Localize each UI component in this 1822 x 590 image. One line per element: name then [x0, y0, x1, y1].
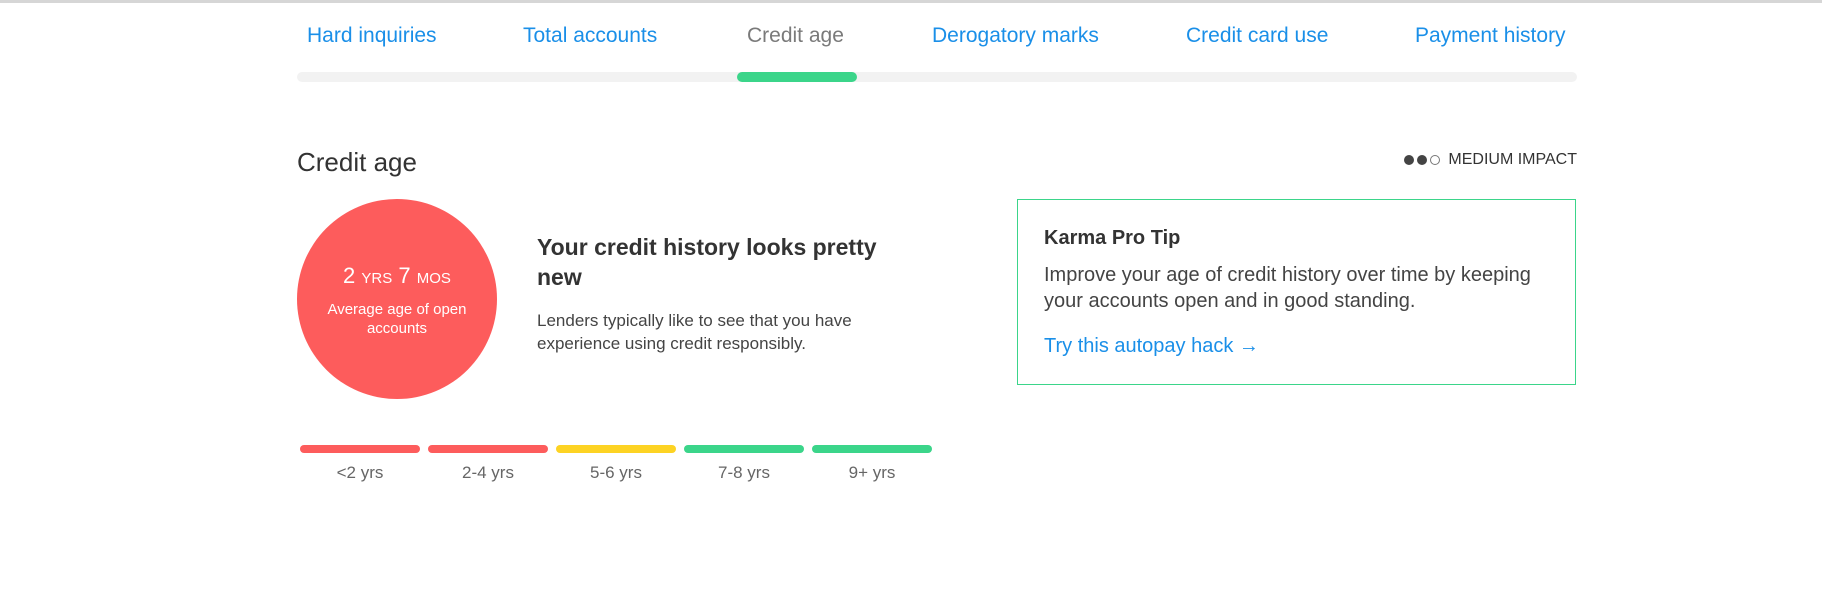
scale-segment: 5-6 yrs: [556, 445, 676, 483]
impact-dot-filled-icon: [1404, 155, 1415, 165]
status-heading: Your credit history looks pretty new: [537, 234, 877, 290]
top-border: [0, 0, 1822, 3]
active-tab-indicator: [737, 72, 857, 82]
tab-track: [297, 72, 1577, 82]
scale-bar: [684, 445, 804, 453]
scale-label: 5-6 yrs: [590, 463, 642, 482]
impact-dots: [1404, 155, 1441, 165]
status-description: Lenders typically like to see that you h…: [537, 311, 852, 353]
pro-tip-title: Karma Pro Tip: [1044, 227, 1181, 249]
pro-tip-card: Karma Pro Tip Improve your age of credit…: [1017, 199, 1576, 385]
average-age-value: 2 YRS 7 MOS: [297, 263, 497, 289]
scale-bar: [428, 445, 548, 453]
scale-segment: 9+ yrs: [812, 445, 932, 483]
impact-dot-filled-icon: [1417, 155, 1428, 165]
scale-bar: [300, 445, 420, 453]
scale-bar: [556, 445, 676, 453]
age-years: 2: [343, 263, 356, 288]
scale-label: <2 yrs: [336, 463, 384, 482]
tab-hard-inquiries[interactable]: Hard inquiries: [307, 24, 437, 48]
tab-payment-history[interactable]: Payment history: [1415, 24, 1566, 48]
age-months: 7: [398, 263, 411, 288]
tab-credit-card-use[interactable]: Credit card use: [1186, 24, 1328, 48]
scale-segment: <2 yrs: [300, 445, 420, 483]
factor-tabs: Hard inquiries Total accounts Credit age…: [297, 20, 1577, 82]
age-years-unit: YRS: [361, 270, 393, 287]
scale-label: 7-8 yrs: [718, 463, 770, 482]
impact-label: MEDIUM IMPACT: [1448, 151, 1577, 168]
impact-indicator: MEDIUM IMPACT: [1404, 151, 1577, 169]
average-age-label: Average age of open accounts: [327, 301, 467, 337]
tab-total-accounts[interactable]: Total accounts: [523, 24, 657, 48]
scale-label: 2-4 yrs: [462, 463, 514, 482]
tab-derogatory-marks[interactable]: Derogatory marks: [932, 24, 1099, 48]
section-title: Credit age: [297, 147, 417, 177]
scale-segment: 7-8 yrs: [684, 445, 804, 483]
scale-bar: [812, 445, 932, 453]
scale-label: 9+ yrs: [848, 463, 896, 482]
average-age-circle: 2 YRS 7 MOS Average age of open accounts: [297, 199, 497, 399]
tab-credit-age[interactable]: Credit age: [747, 24, 844, 48]
age-months-unit: MOS: [416, 270, 451, 287]
scale-segment: 2-4 yrs: [428, 445, 548, 483]
autopay-hack-link[interactable]: Try this autopay hack →: [1044, 335, 1259, 358]
pro-tip-body: Improve your age of credit history over …: [1044, 264, 1531, 312]
impact-dot-empty-icon: [1430, 155, 1441, 165]
